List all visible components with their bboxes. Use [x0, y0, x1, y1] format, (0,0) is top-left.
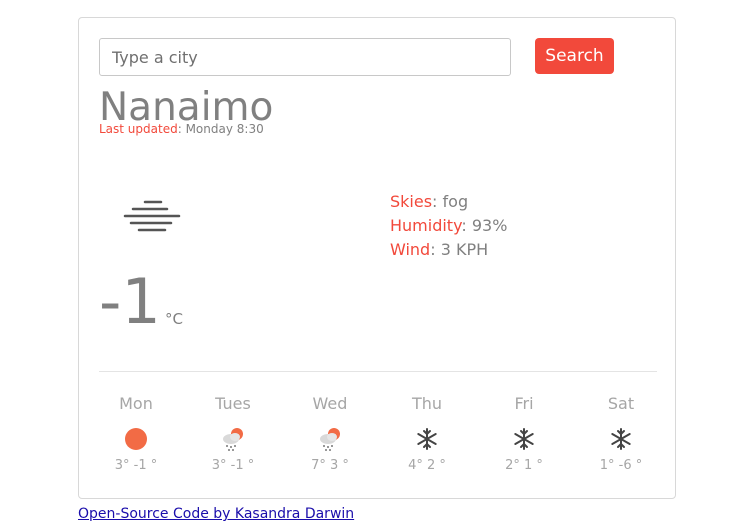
forecast-row: Mon 3° -1 ° Tues 3° -1 ° Wed 7° 3 ° Thu 4° 2 ° F…	[99, 394, 681, 484]
last-updated: Last updated: Monday 8:30	[99, 122, 264, 136]
humidity-row: Humidity: 93%	[390, 216, 508, 235]
skies-row: Skies: fog	[390, 192, 469, 211]
wind-value: 3 KPH	[440, 240, 489, 259]
forecast-high: 3°	[114, 458, 130, 473]
forecast-day-name: Sat	[607, 394, 635, 413]
current-temperature: -1	[99, 265, 161, 338]
forecast-temps: 7° 3 °	[293, 458, 367, 473]
snowflake-icon	[414, 426, 440, 452]
city-search-input[interactable]	[99, 38, 511, 76]
sun-icon	[123, 426, 149, 452]
wind-label: Wind	[390, 240, 431, 259]
weather-card: Search Nanaimo Last updated: Monday 8:30…	[78, 17, 676, 499]
source-code-link[interactable]: Open-Source Code by Kasandra Darwin	[78, 506, 354, 522]
forecast-low: -1 °	[133, 458, 158, 473]
skies-value: fog	[442, 192, 469, 211]
forecast-day: Thu 4° 2 °	[390, 394, 464, 473]
forecast-temps: 1° -6 °	[584, 458, 658, 473]
temperature-unit: °C	[165, 310, 183, 328]
forecast-day-name: Thu	[411, 394, 443, 413]
fog-icon	[123, 200, 181, 232]
forecast-low: 2 °	[427, 458, 446, 473]
forecast-day: Fri 2° 1 °	[487, 394, 561, 473]
skies-label: Skies	[390, 192, 433, 211]
forecast-high: 2°	[505, 458, 520, 473]
forecast-high: 7°	[311, 458, 326, 473]
humidity-label: Humidity	[390, 216, 462, 235]
forecast-high: 3°	[211, 458, 227, 473]
snow-cloud-sun-icon	[317, 426, 343, 452]
divider	[99, 371, 657, 372]
forecast-low: 1 °	[524, 458, 543, 473]
wind-row: Wind: 3 KPH	[390, 240, 489, 259]
current-details: Skies: fog Humidity: 93% Wind: 3 KPH	[390, 190, 507, 262]
forecast-low: -1 °	[230, 458, 255, 473]
forecast-day: Sat 1° -6 °	[584, 394, 658, 473]
last-updated-label: Last updated	[99, 122, 178, 136]
forecast-temps: 3° -1 °	[99, 458, 173, 473]
forecast-day-name: Fri	[514, 394, 534, 413]
forecast-high: 4°	[408, 458, 423, 473]
forecast-day: Tues 3° -1 °	[196, 394, 270, 473]
forecast-temps: 4° 2 °	[390, 458, 464, 473]
forecast-day: Wed 7° 3 °	[293, 394, 367, 473]
forecast-low: 3 °	[330, 458, 349, 473]
forecast-temps: 3° -1 °	[196, 458, 270, 473]
snowflake-icon	[511, 426, 537, 452]
search-button[interactable]: Search	[535, 38, 614, 74]
snow-cloud-sun-icon	[220, 426, 246, 452]
snowflake-icon	[608, 426, 634, 452]
forecast-day: Mon 3° -1 °	[99, 394, 173, 473]
last-updated-value: Monday 8:30	[185, 122, 264, 136]
forecast-low: -6 °	[618, 458, 643, 473]
humidity-value: 93%	[471, 216, 508, 235]
forecast-day-name: Tues	[215, 394, 251, 413]
forecast-temps: 2° 1 °	[487, 458, 561, 473]
forecast-day-name: Wed	[312, 394, 348, 413]
forecast-day-name: Mon	[119, 394, 153, 413]
forecast-high: 1°	[599, 458, 615, 473]
